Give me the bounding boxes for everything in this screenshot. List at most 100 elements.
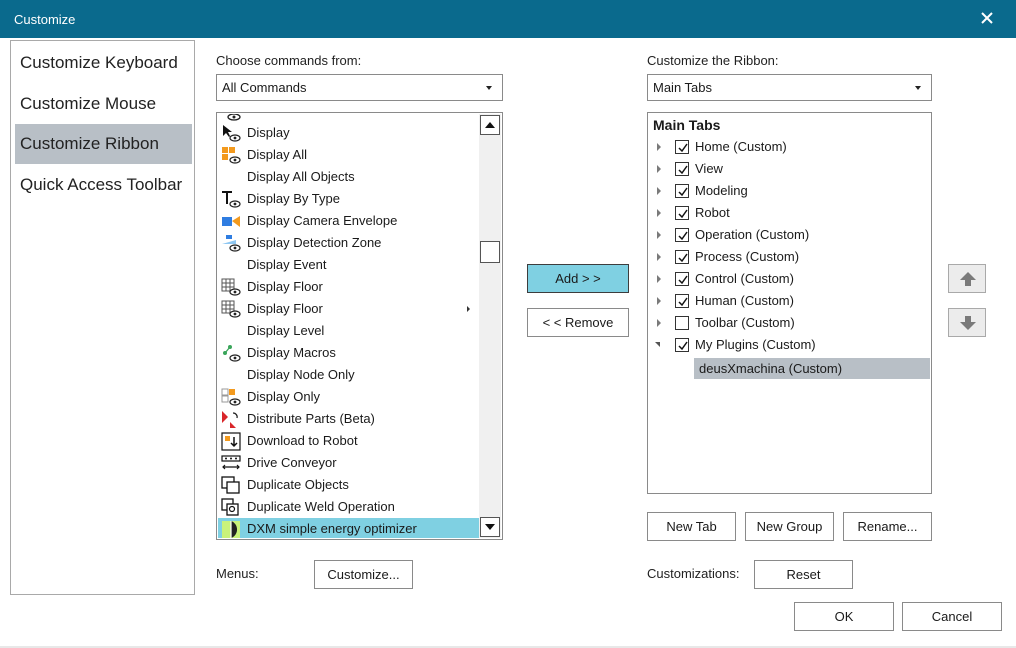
expand-arrow-icon[interactable] (657, 319, 661, 327)
tree-item-toolbar[interactable]: Toolbar (Custom) (648, 312, 931, 334)
tree-item-deusxmachina[interactable]: deusXmachina (Custom) (694, 358, 930, 379)
list-item-display-camera-envelope[interactable]: Display Camera Envelope (218, 210, 480, 232)
list-item-duplicate-objects[interactable]: Duplicate Objects (218, 474, 480, 496)
scroll-down-icon (485, 524, 495, 530)
move-up-button[interactable] (948, 264, 986, 293)
list-item-dxm-simple-energy-optimizer[interactable]: DXM simple energy optimizer (218, 518, 480, 538)
display-icon (221, 114, 241, 121)
ok-button[interactable]: OK (794, 602, 894, 631)
tree-item-view[interactable]: View (648, 158, 931, 180)
checkbox[interactable] (675, 206, 689, 220)
nav-item-customize-keyboard[interactable]: Customize Keyboard (15, 43, 192, 83)
commands-source-dropdown[interactable]: All Commands (216, 74, 503, 101)
tree-item-label: Human (Custom) (695, 293, 794, 308)
tree-item-label: Operation (Custom) (695, 227, 810, 242)
collapse-arrow-icon[interactable] (655, 342, 660, 347)
tree-item-process[interactable]: Process (Custom) (648, 246, 931, 268)
submenu-arrow-icon (467, 306, 470, 312)
display-only-icon (221, 388, 241, 407)
tree-item-label: Process (Custom) (695, 249, 800, 264)
download-robot-icon (221, 432, 241, 451)
tree-item-my-plugins[interactable]: My Plugins (Custom) (648, 334, 931, 356)
commands-scrollbar[interactable] (479, 114, 501, 538)
checkbox-unchecked[interactable] (675, 316, 689, 330)
list-item-display-all-objects[interactable]: Display All Objects (218, 166, 480, 188)
list-item-label: Display Level (247, 323, 325, 338)
expand-arrow-icon[interactable] (657, 187, 661, 195)
list-item-label: Display Floor (247, 301, 323, 316)
checkbox[interactable] (675, 272, 689, 286)
tree-item-home[interactable]: Home (Custom) (648, 136, 931, 158)
move-down-button[interactable] (948, 308, 986, 337)
tree-item-operation[interactable]: Operation (Custom) (648, 224, 931, 246)
list-item-drive-conveyor[interactable]: Drive Conveyor (218, 452, 480, 474)
scroll-down-button[interactable] (480, 517, 500, 537)
list-item-display-macros[interactable]: Display Macros (218, 342, 480, 364)
rename-button[interactable]: Rename... (843, 512, 932, 541)
cancel-button[interactable]: Cancel (902, 602, 1002, 631)
expand-arrow-icon[interactable] (657, 165, 661, 173)
checkbox[interactable] (675, 338, 689, 352)
scroll-up-icon (485, 122, 495, 128)
customize-menus-button[interactable]: Customize... (314, 560, 413, 589)
expand-arrow-icon[interactable] (657, 143, 661, 151)
menus-label: Menus: (216, 566, 259, 581)
list-item-distribute-parts[interactable]: Distribute Parts (Beta) (218, 408, 480, 430)
expand-arrow-icon[interactable] (657, 297, 661, 305)
new-tab-button[interactable]: New Tab (647, 512, 736, 541)
list-item-display-node-only[interactable]: Display Node Only (218, 364, 480, 386)
ribbon-source-dropdown[interactable]: Main Tabs (647, 74, 932, 101)
list-item-label: Download to Robot (247, 433, 358, 448)
checkbox[interactable] (675, 294, 689, 308)
expand-arrow-icon[interactable] (657, 209, 661, 217)
tree-item-control[interactable]: Control (Custom) (648, 268, 931, 290)
list-item-download-to-robot[interactable]: Download to Robot (218, 430, 480, 452)
tree-item-label: Modeling (695, 183, 748, 198)
tree-item-label: Toolbar (Custom) (695, 315, 795, 330)
checkbox[interactable] (675, 184, 689, 198)
list-item-display-by-type[interactable]: Display By Type (218, 188, 480, 210)
list-item-display-level[interactable]: Display Level (218, 320, 480, 342)
list-item-display-only[interactable]: Display Only (218, 386, 480, 408)
expand-arrow-icon[interactable] (657, 275, 661, 283)
list-item-display-detection-zone[interactable]: Display Detection Zone (218, 232, 480, 254)
checkbox[interactable] (675, 228, 689, 242)
expand-arrow-icon[interactable] (657, 231, 661, 239)
reset-button[interactable]: Reset (754, 560, 853, 589)
list-item-duplicate-weld-operation[interactable]: Duplicate Weld Operation (218, 496, 480, 518)
close-icon[interactable] (980, 11, 994, 25)
checkbox[interactable] (675, 140, 689, 154)
list-item-label: Display All (247, 147, 307, 162)
list-item-display-event[interactable]: Display Event (218, 254, 480, 276)
add-button[interactable]: Add > > (527, 264, 629, 293)
checkbox[interactable] (675, 162, 689, 176)
distribute-parts-icon (221, 410, 241, 429)
remove-button[interactable]: < < Remove (527, 308, 629, 337)
commands-list[interactable]: Display Display All Display All Objects … (216, 112, 503, 540)
tree-item-label: Control (Custom) (695, 271, 794, 286)
list-item-display-floor[interactable]: Display Floor (218, 276, 480, 298)
scroll-up-button[interactable] (480, 115, 500, 135)
macros-icon (221, 344, 241, 363)
nav-item-customize-ribbon[interactable]: Customize Ribbon (15, 124, 192, 164)
new-group-button[interactable]: New Group (745, 512, 834, 541)
tree-item-human[interactable]: Human (Custom) (648, 290, 931, 312)
expand-arrow-icon[interactable] (657, 253, 661, 261)
chevron-down-icon (915, 86, 921, 90)
list-item-display-all[interactable]: Display All (218, 144, 480, 166)
list-item-label: Display Macros (247, 345, 336, 360)
nav-item-quick-access-toolbar[interactable]: Quick Access Toolbar (15, 165, 192, 205)
display-all-icon (221, 146, 241, 165)
tree-item-modeling[interactable]: Modeling (648, 180, 931, 202)
checkbox[interactable] (675, 250, 689, 264)
tree-item-robot[interactable]: Robot (648, 202, 931, 224)
list-item-display[interactable]: Display (218, 122, 480, 144)
tree-item-label: My Plugins (Custom) (695, 337, 816, 352)
list-item-label: Drive Conveyor (247, 455, 337, 470)
list-item-display-floor-submenu[interactable]: Display Floor (218, 298, 480, 320)
ribbon-tree[interactable]: Main Tabs Home (Custom) View Modeling Ro… (647, 112, 932, 494)
conveyor-icon (221, 454, 241, 473)
scroll-thumb[interactable] (480, 241, 500, 263)
tree-root-label: Main Tabs (653, 117, 721, 133)
nav-item-customize-mouse[interactable]: Customize Mouse (15, 84, 192, 124)
